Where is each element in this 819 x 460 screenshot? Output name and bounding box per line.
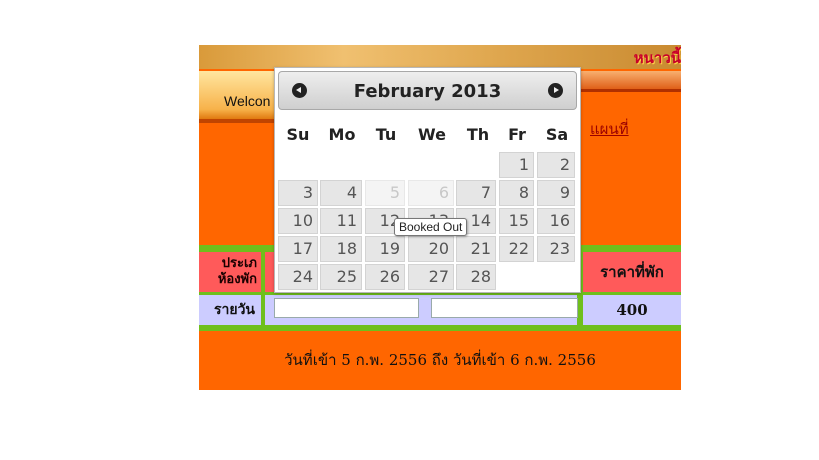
calendar-day[interactable]: 4: [320, 180, 362, 206]
welcome-text: Welcon: [224, 93, 271, 109]
calendar-day[interactable]: 15: [499, 208, 534, 234]
weekday-header: Tu: [375, 125, 397, 144]
weekday-header: Mo: [328, 125, 356, 144]
calendar-day[interactable]: 10: [278, 208, 318, 234]
calendar-day[interactable]: 7: [456, 180, 496, 206]
map-link[interactable]: แผนที่: [590, 117, 629, 141]
calendar-day[interactable]: 26: [365, 264, 405, 290]
calendar-day[interactable]: 25: [320, 264, 362, 290]
calendar-day[interactable]: 2: [537, 152, 575, 178]
calendar-day[interactable]: 20: [408, 236, 454, 262]
calendar-day[interactable]: 28: [456, 264, 496, 290]
datepicker-popup: February 2013 Su Mo Tu We Th Fr Sa 1 2 3 4 5 6 7 8 9 10 1…: [274, 67, 581, 293]
weekday-header: Su: [286, 125, 310, 144]
checkout-date-input[interactable]: [431, 298, 578, 318]
calendar-day[interactable]: 1: [499, 152, 534, 178]
weekday-header: Th: [466, 125, 490, 144]
weekday-header: We: [418, 125, 446, 144]
banner-title: หนาวนี้: [633, 49, 681, 67]
datepicker-header: February 2013: [278, 71, 577, 110]
calendar-day[interactable]: 24: [278, 264, 318, 290]
calendar-day: 5: [365, 180, 405, 206]
calendar-day[interactable]: 18: [320, 236, 362, 262]
price-header: ราคาที่พัก: [583, 252, 681, 292]
calendar-day[interactable]: 23: [537, 236, 575, 262]
calendar-day[interactable]: 21: [456, 236, 496, 262]
calendar-day[interactable]: 19: [365, 236, 405, 262]
booked-out-tooltip: Booked Out: [394, 218, 468, 236]
header-banner: หนาวนี้: [199, 45, 681, 69]
weekday-header: Fr: [508, 125, 526, 144]
calendar-day[interactable]: 11: [320, 208, 362, 234]
date-range-summary: วันที่เข้า 5 ก.พ. 2556 ถึง วันที่เข้า 6 …: [284, 351, 596, 369]
room-type-header: ประเภ ห้องพัก: [199, 252, 261, 292]
calendar-day[interactable]: 17: [278, 236, 318, 262]
datepicker-title: February 2013: [353, 81, 502, 102]
calendar-day[interactable]: 27: [408, 264, 454, 290]
calendar-day[interactable]: 22: [499, 236, 534, 262]
calendar-day: 6: [408, 180, 454, 206]
calendar-day[interactable]: 16: [537, 208, 575, 234]
daily-rate-label: รายวัน: [199, 295, 261, 325]
calendar-day[interactable]: 9: [537, 180, 575, 206]
header-strip: [581, 71, 681, 92]
checkin-date-input[interactable]: [274, 298, 419, 318]
calendar-day[interactable]: 3: [278, 180, 318, 206]
next-arrow-icon[interactable]: [548, 83, 563, 98]
calendar-day[interactable]: 8: [499, 180, 534, 206]
weekday-header: Sa: [545, 125, 569, 144]
price-value: 400: [583, 295, 681, 325]
